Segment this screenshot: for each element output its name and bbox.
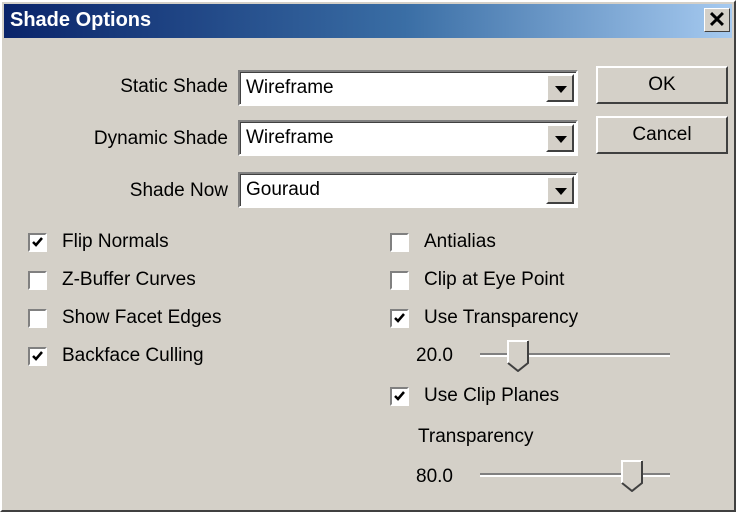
use-transparency-label: Use Transparency [424, 307, 579, 328]
clip-at-eye-point-label: Clip at Eye Point [424, 269, 565, 290]
use-clip-planes-label: Use Clip Planes [424, 385, 560, 406]
slider-thumb[interactable] [507, 340, 529, 372]
static-shade-value: Wireframe [246, 77, 334, 98]
ok-button[interactable]: OK [596, 66, 728, 104]
shade-now-select[interactable]: Gouraud [238, 172, 578, 208]
window-title: Shade Options [10, 9, 152, 31]
chevron-down-icon[interactable] [546, 176, 574, 204]
z-buffer-curves-label: Z-Buffer Curves [62, 269, 196, 290]
clip-transparency-label: Transparency [418, 426, 534, 447]
checkmark-icon [32, 237, 43, 247]
dynamic-shade-value: Wireframe [246, 127, 334, 148]
show-facet-edges-checkbox[interactable] [28, 309, 47, 328]
show-facet-edges-label: Show Facet Edges [62, 307, 222, 328]
checkmark-icon [32, 351, 43, 361]
flip-normals-label: Flip Normals [62, 231, 169, 252]
shade-options-dialog: Shade Options ✕ Static Shade Wireframe D… [0, 0, 736, 512]
antialias-label: Antialias [424, 231, 496, 252]
use-clip-planes-checkbox[interactable] [390, 387, 409, 406]
dynamic-shade-select[interactable]: Wireframe [238, 120, 578, 156]
title-bar[interactable]: Shade Options ✕ [4, 4, 732, 38]
clip-at-eye-point-checkbox[interactable] [390, 271, 409, 290]
shade-now-label: Shade Now [129, 180, 228, 201]
antialias-checkbox[interactable] [390, 233, 409, 252]
static-shade-select[interactable]: Wireframe [238, 70, 578, 106]
clip-transparency-slider[interactable] [480, 460, 670, 492]
close-button[interactable]: ✕ [704, 8, 730, 32]
use-transparency-checkbox[interactable] [390, 309, 409, 328]
shade-now-value: Gouraud [246, 179, 320, 200]
static-shade-label: Static Shade [120, 76, 228, 97]
cancel-button[interactable]: Cancel [596, 116, 728, 154]
backface-culling-label: Backface Culling [62, 345, 204, 366]
flip-normals-checkbox[interactable] [28, 233, 47, 252]
checkmark-icon [394, 313, 405, 323]
transparency-slider[interactable] [480, 340, 670, 372]
z-buffer-curves-checkbox[interactable] [28, 271, 47, 290]
chevron-down-icon[interactable] [546, 124, 574, 152]
checkmark-icon [394, 391, 405, 401]
clip-transparency-value: 80.0 [416, 466, 453, 487]
dynamic-shade-label: Dynamic Shade [93, 128, 228, 149]
chevron-down-icon[interactable] [546, 74, 574, 102]
slider-thumb[interactable] [621, 460, 643, 492]
backface-culling-checkbox[interactable] [28, 347, 47, 366]
transparency-value: 20.0 [416, 345, 453, 366]
